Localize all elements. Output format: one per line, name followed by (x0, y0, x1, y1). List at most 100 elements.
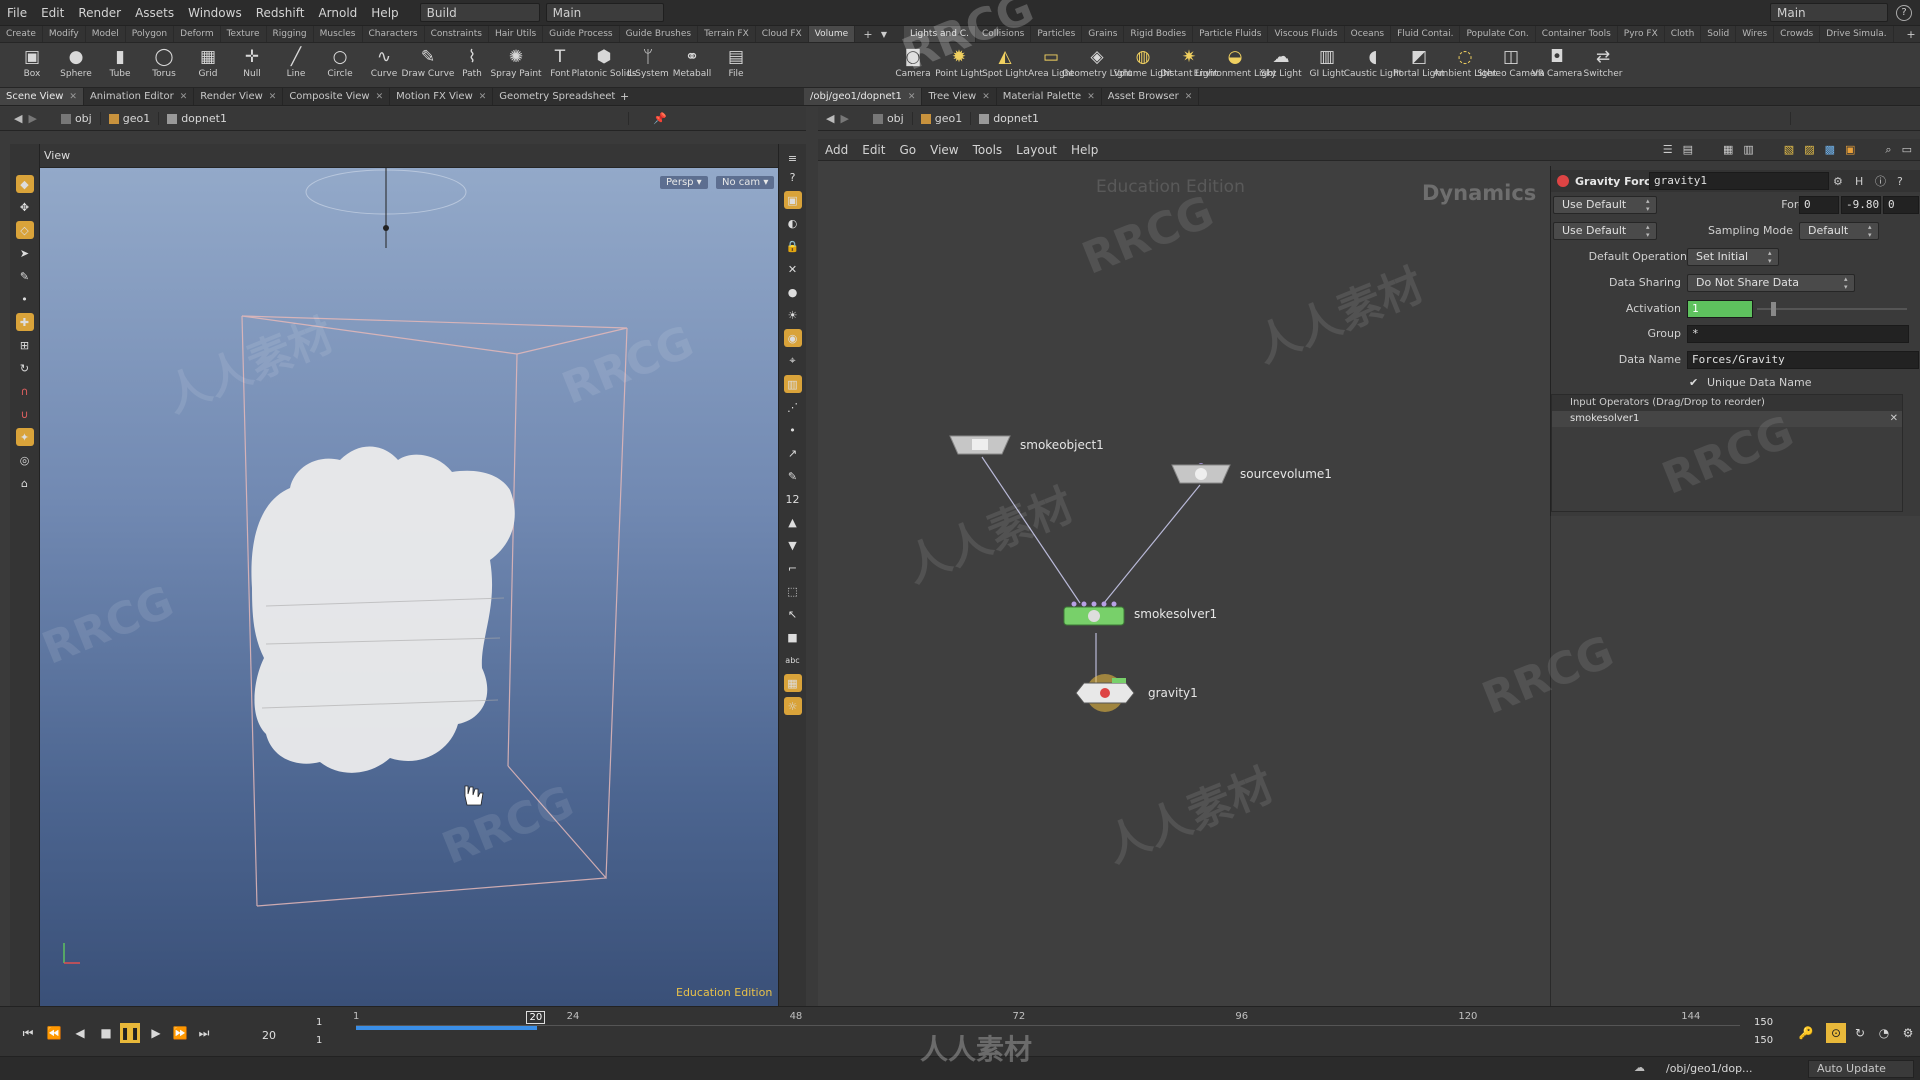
tool-draw-curve[interactable]: ✎ Draw Curve (402, 43, 455, 87)
tool-camera[interactable]: ◙ Camera (890, 43, 936, 87)
close-tab-icon[interactable]: ✕ (69, 92, 77, 102)
dot-icon[interactable]: • (16, 290, 34, 308)
use-default-combo-1[interactable]: Use Default (1553, 196, 1657, 214)
audio-icon[interactable]: ◔ (1874, 1023, 1894, 1043)
network-editor[interactable]: Education Edition Dynamics smokeobject1 … (818, 161, 1550, 1006)
table-view-icon[interactable]: ▥ (1743, 143, 1753, 156)
tool-path[interactable]: ⌇ Path (450, 43, 494, 87)
menu-redshift[interactable]: Redshift (249, 6, 312, 20)
menu-render[interactable]: Render (71, 6, 128, 20)
jump-start-icon[interactable]: ⏮ (18, 1023, 38, 1043)
pane-tab[interactable]: Composite View ✕ (283, 88, 391, 105)
tool-line[interactable]: ╱ Line (274, 43, 318, 87)
node-sourcevolume[interactable]: sourcevolume1 (1170, 463, 1332, 485)
tool-gi-light[interactable]: ▥ GI Light (1304, 43, 1350, 87)
step-back-key-icon[interactable]: ⏪ (44, 1023, 64, 1043)
shelf-tab[interactable]: Viscous Fluids (1268, 26, 1345, 42)
image-net-icon[interactable]: ▩ (1825, 143, 1835, 156)
shelf-tab[interactable]: Deform (174, 26, 221, 42)
shelf-tab[interactable]: Texture (221, 26, 267, 42)
shelf-tab[interactable]: Rigid Bodies (1124, 26, 1194, 42)
pencil-icon[interactable]: ✎ (784, 467, 802, 485)
close-tab-icon[interactable]: ✕ (180, 92, 188, 102)
net-path-obj[interactable]: obj (865, 112, 913, 125)
default-operation-combo[interactable]: Set Initial (1687, 248, 1779, 266)
step-forward-icon[interactable]: ▶ (146, 1023, 166, 1043)
shelf-tab[interactable]: Solid (1701, 26, 1737, 42)
shelf-tab[interactable]: Drive Simula. (1820, 26, 1894, 42)
shelf-tab[interactable]: Create (0, 26, 43, 42)
wire-icon[interactable]: ⬚ (784, 582, 802, 600)
shelf-tab[interactable]: Cloth (1665, 26, 1702, 42)
add-pane-tab-icon[interactable]: + (620, 90, 634, 103)
help-viewport-icon[interactable]: ? (784, 168, 802, 186)
menu-assets[interactable]: Assets (128, 6, 181, 20)
play-icon[interactable]: ⏩ (170, 1023, 190, 1043)
shading-icon[interactable]: ◐ (784, 214, 802, 232)
sampling-combo[interactable]: Default (1799, 222, 1879, 240)
param-help-icon[interactable]: ? (1897, 175, 1903, 188)
key-icon[interactable]: 🔑 (1796, 1023, 1816, 1043)
list-view-icon[interactable]: ☰ (1663, 143, 1673, 156)
screen-icon[interactable]: ▭ (1902, 143, 1912, 156)
input-operator-item[interactable]: smokesolver1 ✕ (1552, 411, 1902, 427)
tool-vr-camera[interactable]: ◘ VR Camera (1532, 43, 1583, 87)
tool-platonic[interactable]: ⬢ Platonic Solids (571, 43, 636, 87)
frame-marker[interactable]: 20 (526, 1011, 546, 1024)
shelf-tab[interactable]: Volume (808, 26, 856, 42)
tool-switcher[interactable]: ⇄ Switcher (1580, 43, 1626, 87)
status-path[interactable]: /obj/geo1/dop... (1666, 1062, 1762, 1075)
shelf-tab[interactable]: Terrain FX (698, 26, 756, 42)
net-path-geo[interactable]: geo1 (913, 112, 972, 125)
shelf-tab[interactable]: Pyro FX (1618, 26, 1665, 42)
jump-end-icon[interactable]: ⏭ (194, 1023, 214, 1043)
arrow-icon[interactable]: ↖ (784, 605, 802, 623)
net-path-net[interactable]: dopnet1 (971, 112, 1792, 125)
pane-tab[interactable]: Asset Browser ✕ (1102, 88, 1200, 105)
force-x-field[interactable]: 0 (1799, 196, 1839, 214)
fill-icon[interactable]: ▲ (784, 513, 802, 531)
pin-icon[interactable]: 📌 (653, 112, 667, 125)
lock-camera-icon[interactable]: ▣ (783, 191, 802, 209)
tool-area-light[interactable]: ▭ Area Light (1028, 43, 1074, 87)
info-icon[interactable]: ⓘ (1875, 173, 1886, 189)
pane-tab[interactable]: Motion FX View ✕ (390, 88, 494, 105)
tile-view-icon[interactable]: ▤ (1683, 143, 1693, 156)
tool-lsystem[interactable]: ᛘ L-System (626, 43, 670, 87)
scale-icon[interactable]: ⊞ (16, 336, 34, 354)
net-menu-view[interactable]: View (923, 143, 965, 157)
shelf-tab[interactable]: Guide Brushes (620, 26, 699, 42)
square-icon[interactable]: ■ (784, 628, 802, 646)
node-smokeobject[interactable]: smokeobject1 (948, 434, 1104, 456)
main-selector[interactable]: Main (545, 3, 664, 22)
pane-tab[interactable]: Tree View ✕ (922, 88, 997, 105)
handle-tool-icon[interactable]: ◇ (15, 221, 34, 239)
timeline-track[interactable]: 1 24 48 72 96 120 144 20 (353, 1007, 1740, 1047)
activation-field[interactable]: 1 (1687, 300, 1753, 318)
menu-file[interactable]: File (0, 6, 34, 20)
shelf-tab[interactable]: Populate Con. (1460, 26, 1536, 42)
shelf-tab[interactable]: Wires (1736, 26, 1775, 42)
ghost-icon[interactable]: ✕ (784, 260, 802, 278)
pane-tab[interactable]: Render View ✕ (194, 88, 284, 105)
shelf-tab[interactable]: Particle Fluids (1193, 26, 1269, 42)
normals-icon[interactable]: ▥ (783, 375, 802, 393)
grid-view-icon[interactable]: ▦ (1723, 143, 1733, 156)
close-tab-icon[interactable]: ✕ (1087, 92, 1095, 102)
gear-icon[interactable]: ⚙ (1833, 175, 1843, 188)
tool-geometry-light[interactable]: ◈ Geometry Light (1062, 43, 1132, 87)
shelf-menu-icon[interactable]: ▼ (876, 30, 892, 39)
tool-box[interactable]: ▣ Box (10, 43, 54, 87)
net-menu-layout[interactable]: Layout (1009, 143, 1064, 157)
right-desktop-selector[interactable]: Main (1770, 3, 1888, 22)
scene-viewport[interactable]: Persp ▾ No cam ▾ Education Edition (40, 168, 778, 1006)
pose-icon[interactable]: ✦ (15, 428, 34, 446)
node-smokesolver[interactable]: smokesolver1 (1062, 601, 1217, 627)
tool-tube[interactable]: ▮ Tube (98, 43, 142, 87)
net-menu-help[interactable]: Help (1064, 143, 1105, 157)
hint-icon[interactable]: H (1855, 175, 1863, 188)
tool-torus[interactable]: ◯ Torus (142, 43, 186, 87)
count-icon[interactable]: 12 (784, 490, 802, 508)
net-menu-add[interactable]: Add (818, 143, 855, 157)
forward-icon[interactable]: ▶ (28, 112, 36, 125)
